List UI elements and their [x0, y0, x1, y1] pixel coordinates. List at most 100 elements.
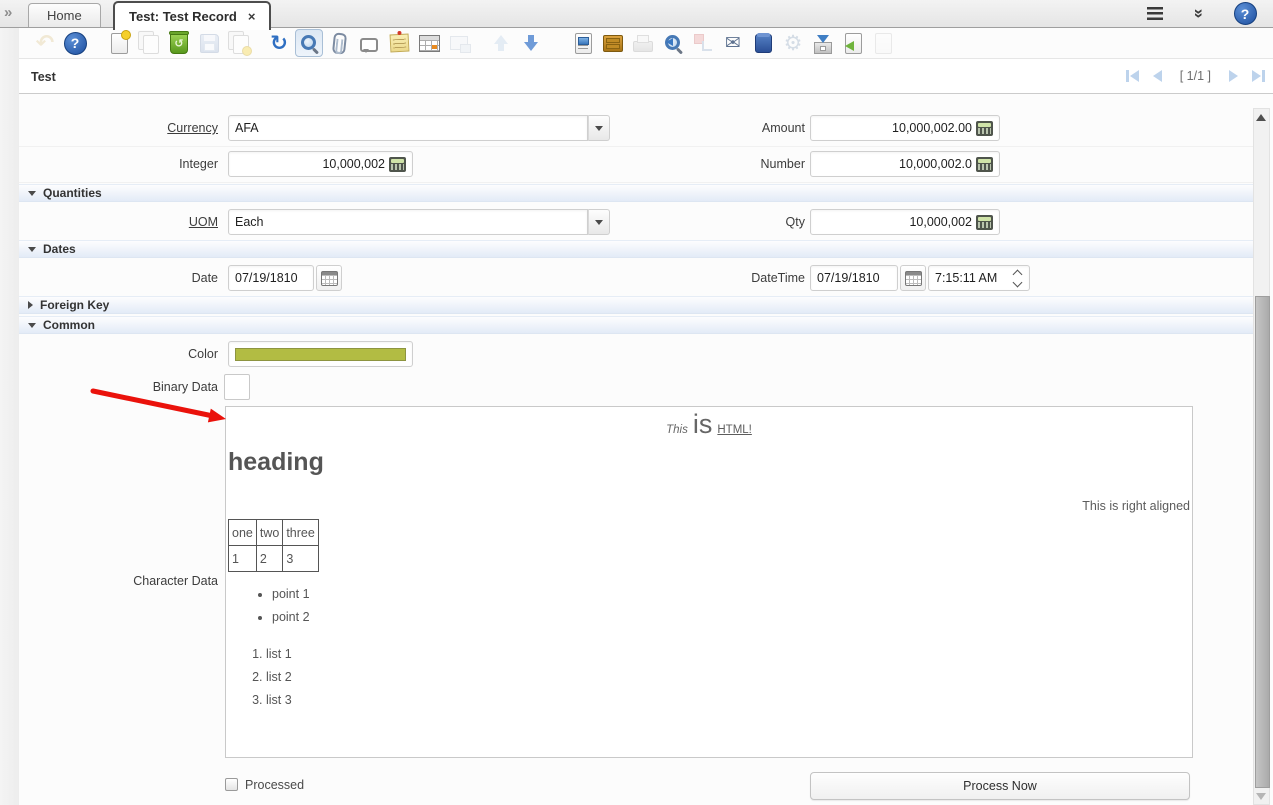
next-page-button[interactable] [1229, 70, 1238, 82]
return-icon[interactable] [839, 29, 867, 57]
row-binary: Binary Data [19, 372, 1253, 402]
table-cell: 1 [229, 546, 257, 572]
help-about-icon[interactable]: ? [61, 29, 89, 57]
refresh-icon[interactable]: ↻ [265, 29, 293, 57]
uom-input[interactable]: Each [228, 209, 588, 235]
attachments-icon[interactable] [325, 29, 353, 57]
scroll-down-icon[interactable] [1256, 793, 1266, 800]
number-label: Number [579, 146, 805, 182]
qty-label: Qty [579, 204, 805, 240]
table-header-cell: one [229, 520, 257, 546]
new-record-icon[interactable] [105, 29, 133, 57]
html-bullet-list: point 1 point 2 [228, 587, 310, 633]
copy-record-icon[interactable] [135, 29, 163, 57]
expand-menu-icon[interactable]: » [4, 4, 12, 21]
last-page-button[interactable] [1252, 70, 1265, 82]
scroll-up-icon[interactable] [1256, 114, 1266, 121]
date-input[interactable]: 07/19/1810 [228, 265, 314, 291]
menu-icon[interactable] [1141, 0, 1169, 28]
list-item: point 2 [272, 610, 310, 624]
settings-icon[interactable]: ⚙ [779, 29, 807, 57]
currency-link[interactable]: Currency [167, 121, 218, 135]
list-item: list 3 [266, 693, 292, 707]
status-bar: Test [ 1/1 ] [19, 59, 1273, 94]
html-heading: heading [228, 448, 324, 477]
uom-link[interactable]: UOM [189, 215, 218, 229]
windows-icon[interactable] [445, 29, 473, 57]
collapse-section-icon [28, 323, 36, 328]
topright-icons: »? [1141, 1, 1261, 26]
first-page-button[interactable] [1126, 70, 1139, 82]
grid-view-icon[interactable] [415, 29, 443, 57]
vertical-scrollbar[interactable] [1253, 108, 1270, 805]
form-view-toggle-icon[interactable] [295, 29, 323, 57]
amount-input[interactable]: 10,000,002.00 [810, 115, 1000, 141]
undo-icon[interactable]: ↶ [31, 29, 59, 57]
section-common-label: Common [43, 318, 95, 332]
save-icon[interactable] [195, 29, 223, 57]
uom-combo: Each [228, 209, 610, 235]
print-icon[interactable] [629, 29, 657, 57]
row-date-datetime: Date 07/19/1810 DateTime 07/19/1810 7:15… [19, 260, 1253, 297]
email-icon[interactable]: ✉ [719, 29, 747, 57]
html-link[interactable]: HTML! [717, 424, 752, 436]
close-tab-icon[interactable]: × [248, 9, 256, 24]
processed-checkbox[interactable] [225, 778, 238, 791]
section-quantities[interactable]: Quantities [19, 184, 1253, 202]
time-spinner[interactable] [1012, 271, 1023, 286]
color-input[interactable] [228, 341, 413, 367]
date-picker-button[interactable] [316, 265, 342, 291]
section-foreign-key[interactable]: Foreign Key [19, 296, 1253, 314]
move-up-icon[interactable] [487, 29, 515, 57]
amount-label: Amount [579, 110, 805, 146]
section-quantities-label: Quantities [43, 186, 102, 200]
collapse-all-icon[interactable]: » [1186, 0, 1214, 28]
scrollbar-thumb[interactable] [1255, 296, 1270, 788]
nav-rail[interactable] [0, 28, 20, 805]
number-input[interactable]: 10,000,002.0 [810, 151, 1000, 177]
calculator-icon[interactable] [976, 121, 993, 136]
comments-icon[interactable] [355, 29, 383, 57]
section-dates[interactable]: Dates [19, 240, 1253, 258]
export-icon[interactable] [809, 29, 837, 57]
save-and-new-icon[interactable] [225, 29, 253, 57]
datetime-date-input[interactable]: 07/19/1810 [810, 265, 898, 291]
table-cell: 2 [256, 546, 282, 572]
previous-page-button[interactable] [1153, 70, 1162, 82]
page-indicator: [ 1/1 ] [1180, 69, 1211, 83]
form-area: Currency AFA Amount 10,000,002.00 Intege… [19, 94, 1273, 805]
calculator-icon[interactable] [976, 157, 993, 172]
help-icon[interactable]: ? [1231, 0, 1259, 28]
linked-items-icon[interactable] [689, 29, 717, 57]
process-now-button[interactable]: Process Now [810, 772, 1190, 800]
currency-input[interactable]: AFA [228, 115, 588, 141]
table-cell: 3 [283, 546, 319, 572]
tab-home[interactable]: Home [28, 3, 101, 27]
list-item: list 2 [266, 670, 292, 684]
datetime-time-input[interactable]: 7:15:11 AM [928, 265, 1030, 291]
chevron-down-icon [1013, 277, 1023, 287]
datetime-time-value: 7:15:11 AM [935, 271, 997, 285]
qty-input[interactable]: 10,000,002 [810, 209, 1000, 235]
list-item: list 1 [266, 647, 292, 661]
clone-icon[interactable] [869, 29, 897, 57]
move-down-icon[interactable] [517, 29, 545, 57]
archive-icon[interactable] [599, 29, 627, 57]
integer-input[interactable]: 10,000,002 [228, 151, 413, 177]
notes-icon[interactable] [385, 29, 413, 57]
calculator-icon[interactable] [976, 215, 993, 230]
html-table: one two three 1 2 3 [228, 519, 319, 572]
datetime-picker-button[interactable] [900, 265, 926, 291]
package-icon[interactable] [749, 29, 777, 57]
delete-record-icon[interactable] [165, 29, 193, 57]
binary-data-box[interactable] [224, 374, 250, 400]
pagination: [ 1/1 ] [1126, 59, 1265, 93]
tab-test-record[interactable]: Test: Test Record × [113, 1, 271, 30]
color-label: Color [19, 336, 218, 372]
audit-trail-icon[interactable] [659, 29, 687, 57]
report-icon[interactable] [569, 29, 597, 57]
list-item: point 1 [272, 587, 310, 601]
section-common[interactable]: Common [19, 316, 1253, 334]
calculator-icon[interactable] [389, 157, 406, 172]
section-foreign-key-label: Foreign Key [40, 298, 109, 312]
